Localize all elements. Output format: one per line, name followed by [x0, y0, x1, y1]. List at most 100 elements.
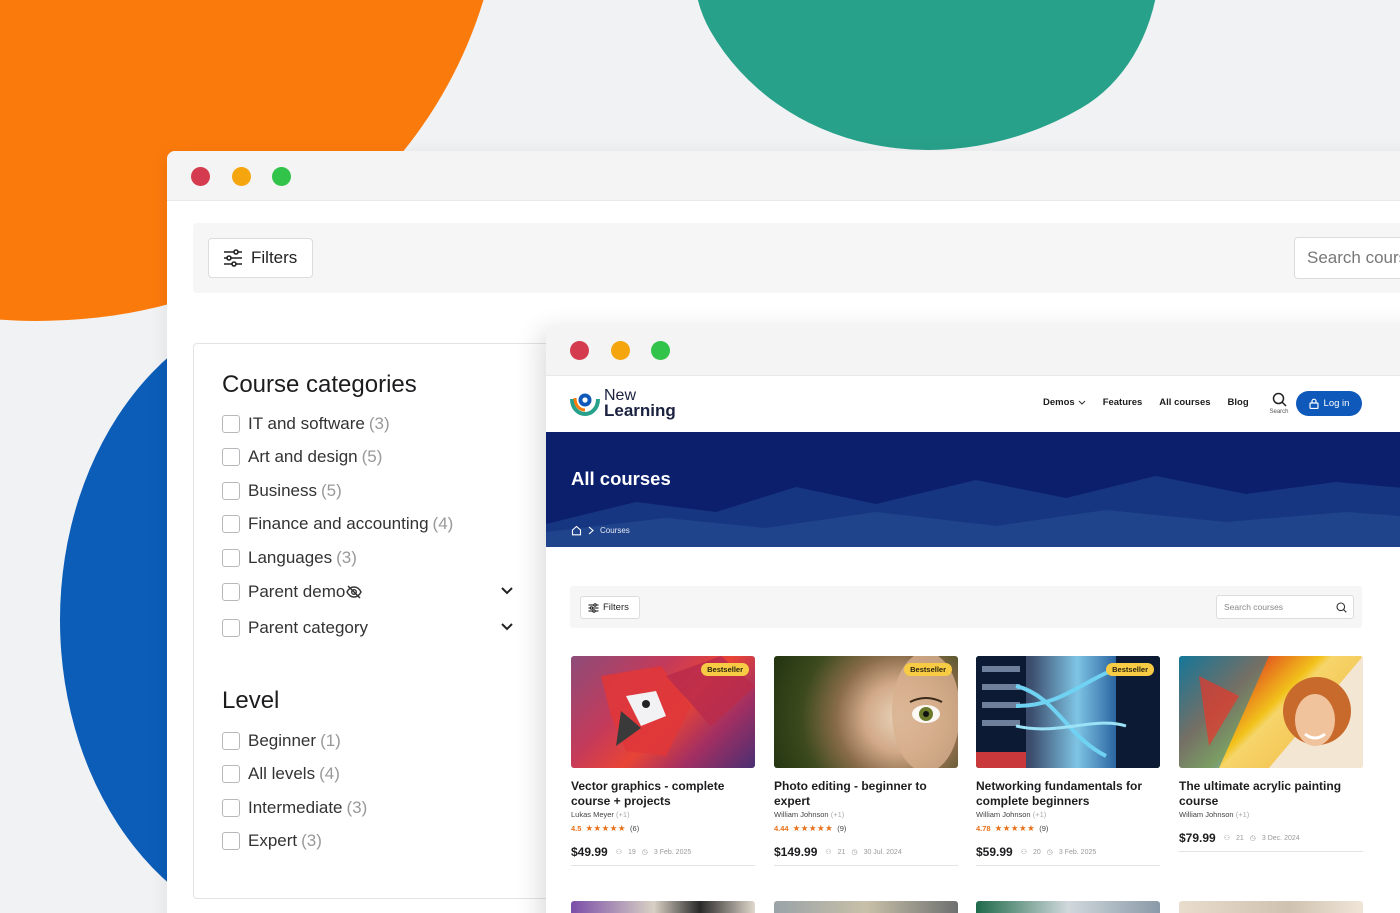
site-logo[interactable]: New Learning — [570, 388, 676, 419]
checkbox[interactable] — [222, 799, 240, 817]
course-meta: $49.99 ⚇ 19 ◷ 3 Feb. 2025 — [571, 845, 755, 866]
bestseller-badge: Bestseller — [1106, 663, 1154, 676]
course-rating: 4.5 ★★★★★ (6) — [571, 823, 640, 833]
chevron-right-icon — [588, 526, 594, 535]
level-checkbox-beginner[interactable]: Beginner (1) — [222, 731, 341, 751]
checkbox[interactable] — [222, 619, 240, 637]
category-checkbox-art[interactable]: Art and design (5) — [222, 447, 382, 467]
course-author: Lukas Meyer (+1) — [571, 810, 630, 819]
course-price: $149.99 — [774, 845, 818, 859]
course-price: $79.99 — [1179, 831, 1216, 845]
category-checkbox-it[interactable]: IT and software (3) — [222, 414, 390, 434]
lock-icon — [1308, 398, 1319, 409]
bestseller-badge: Bestseller — [701, 663, 749, 676]
checkbox[interactable] — [222, 832, 240, 850]
course-meta: $149.99 ⚇ 21 ◷ 30 Jul. 2024 — [774, 845, 958, 866]
course-thumbnail[interactable]: Bestseller — [774, 656, 958, 768]
checkbox[interactable] — [222, 482, 240, 500]
category-checkbox-languages[interactable]: Languages (3) — [222, 548, 357, 568]
filter-bar: Filters Search courses — [193, 223, 1400, 293]
sliders-icon — [224, 249, 242, 267]
bestseller-badge: Bestseller — [904, 663, 952, 676]
course-thumbnail[interactable]: Bestseller — [976, 656, 1160, 768]
course-card[interactable]: Bestseller Photo editing - beginner to e… — [774, 656, 958, 866]
header-search-button[interactable]: Search — [1267, 392, 1291, 415]
course-card[interactable]: The ultimate acrylic painting course Wil… — [1179, 656, 1363, 852]
student-count: 19 — [627, 848, 636, 856]
breadcrumb-current: Courses — [600, 526, 630, 535]
chevron-down-icon — [1078, 400, 1086, 405]
course-meta: $79.99 ⚇ 21 ◷ 3 Dec. 2024 — [1179, 831, 1363, 852]
logo-icon — [570, 393, 600, 416]
filters-button[interactable]: Filters — [580, 596, 640, 619]
course-card[interactable]: Bestseller Vector graphics - complete co… — [571, 656, 755, 866]
course-rating: 4.78 ★★★★★ (9) — [976, 823, 1049, 833]
minimize-window-dot[interactable] — [611, 341, 630, 360]
course-title[interactable]: Photo editing - beginner to expert — [774, 779, 958, 808]
home-icon[interactable] — [571, 525, 582, 536]
student-count: 21 — [837, 848, 846, 856]
nav-item-demos[interactable]: Demos — [1043, 397, 1086, 408]
student-count: 21 — [1235, 834, 1244, 842]
level-checkbox-all[interactable]: All levels (4) — [222, 764, 340, 784]
students-icon: ⚇ — [1223, 835, 1230, 842]
nav-item-all-courses[interactable]: All courses — [1159, 397, 1210, 408]
students-icon: ⚇ — [615, 849, 622, 856]
course-author: William Johnson (+1) — [774, 810, 845, 819]
filters-label: Filters — [251, 248, 298, 267]
stars-icon: ★★★★★ — [585, 823, 627, 833]
clock-icon: ◷ — [641, 849, 648, 856]
checkbox[interactable] — [222, 765, 240, 783]
search-input[interactable]: Search courses — [1294, 237, 1400, 279]
maximize-window-dot[interactable] — [272, 167, 291, 186]
checkbox[interactable] — [222, 583, 240, 601]
minimize-window-dot[interactable] — [232, 167, 251, 186]
course-title[interactable]: Networking fundamentals for complete beg… — [976, 779, 1160, 808]
painting-woman-image — [1179, 656, 1363, 768]
checkbox[interactable] — [222, 549, 240, 567]
category-checkbox-parent-category[interactable]: Parent category — [222, 618, 368, 638]
stars-icon: ★★★★★ — [792, 823, 834, 833]
close-window-dot[interactable] — [570, 341, 589, 360]
level-checkbox-intermediate[interactable]: Intermediate (3) — [222, 798, 367, 818]
category-checkbox-parent-demo[interactable]: Parent demo — [222, 582, 363, 602]
category-checkbox-business[interactable]: Business (5) — [222, 481, 342, 501]
course-meta: $59.99 ⚇ 20 ◷ 3 Feb. 2025 — [976, 845, 1160, 866]
level-heading: Level — [222, 687, 280, 714]
eye-slash-icon — [346, 585, 363, 599]
filters-button[interactable]: Filters — [208, 238, 313, 278]
course-date: 3 Feb. 2025 — [653, 848, 692, 856]
course-thumbnail[interactable] — [774, 901, 958, 913]
clock-icon: ◷ — [851, 849, 858, 856]
course-title[interactable]: The ultimate acrylic painting course — [1179, 779, 1363, 808]
maximize-window-dot[interactable] — [651, 341, 670, 360]
search-icon — [1336, 602, 1347, 613]
course-thumbnail[interactable] — [1179, 656, 1363, 768]
clock-icon: ◷ — [1249, 835, 1256, 842]
chevron-down-icon[interactable] — [500, 620, 514, 634]
checkbox[interactable] — [222, 515, 240, 533]
course-thumbnail[interactable]: Bestseller — [571, 656, 755, 768]
course-thumbnail[interactable] — [976, 901, 1160, 913]
checkbox[interactable] — [222, 415, 240, 433]
course-author: William Johnson (+1) — [976, 810, 1047, 819]
course-price: $59.99 — [976, 845, 1013, 859]
course-thumbnail[interactable] — [571, 901, 755, 913]
checkbox[interactable] — [222, 732, 240, 750]
search-input[interactable]: Search courses — [1216, 595, 1354, 619]
nav-item-features[interactable]: Features — [1103, 397, 1143, 408]
course-date: 3 Dec. 2024 — [1261, 834, 1300, 842]
course-thumbnail[interactable] — [1179, 901, 1363, 913]
nav-item-blog[interactable]: Blog — [1228, 397, 1249, 408]
filter-bar: Filters Search courses — [570, 586, 1362, 628]
level-checkbox-expert[interactable]: Expert (3) — [222, 831, 322, 851]
course-card[interactable]: Bestseller Networking fundamentals for c… — [976, 656, 1160, 866]
course-title[interactable]: Vector graphics - complete course + proj… — [571, 779, 755, 808]
course-date: 3 Feb. 2025 — [1058, 848, 1097, 856]
chevron-down-icon[interactable] — [500, 584, 514, 598]
main-nav: Demos Features All courses Blog — [1043, 397, 1249, 408]
login-button[interactable]: Log in — [1296, 391, 1362, 416]
checkbox[interactable] — [222, 448, 240, 466]
category-checkbox-finance[interactable]: Finance and accounting (4) — [222, 514, 453, 534]
close-window-dot[interactable] — [191, 167, 210, 186]
